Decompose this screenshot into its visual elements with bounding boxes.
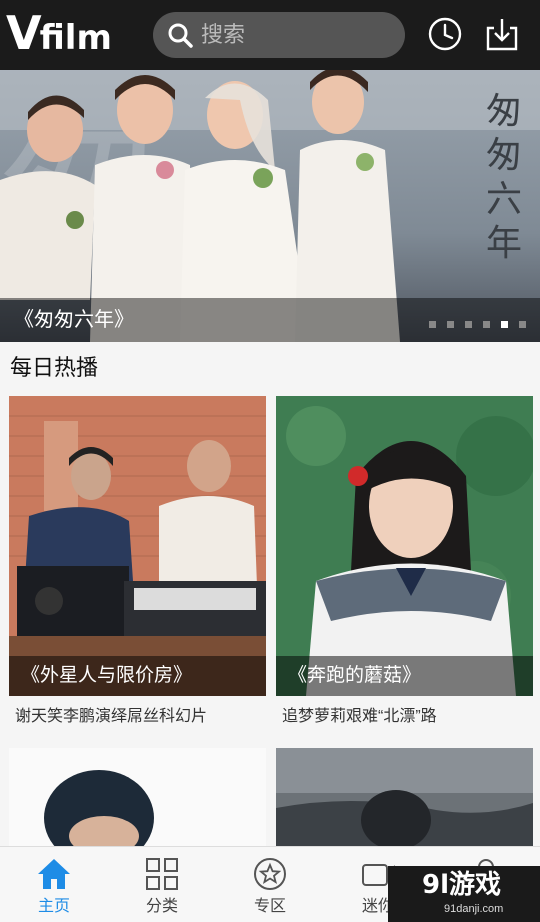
search-bar[interactable]: 搜索 bbox=[153, 12, 405, 58]
thumbnail-image bbox=[9, 748, 266, 848]
top-bar: Vfilm 搜索 bbox=[0, 0, 540, 70]
carousel-dot-active[interactable] bbox=[501, 321, 508, 328]
carousel-dots bbox=[429, 321, 526, 328]
thumbnail-image bbox=[9, 396, 266, 696]
video-card[interactable]: 《外星人与限价房》 谢天笑李鹏演绎屌丝科幻片 bbox=[9, 396, 266, 725]
download-icon[interactable] bbox=[484, 16, 520, 52]
search-icon bbox=[168, 23, 193, 48]
banner-vertical-title: 匆匆六年 bbox=[485, 91, 522, 264]
app-root: Vfilm 搜索 匆匆六年 《匆匆六年》 每日热播 《外星人与限价房》 谢天笑李… bbox=[0, 0, 540, 922]
logo-v: V bbox=[6, 6, 42, 60]
tab-zone[interactable]: 专区 bbox=[216, 847, 324, 922]
watermark-url: 91danji.com bbox=[444, 903, 504, 915]
tab-label: 分类 bbox=[145, 898, 178, 915]
carousel-dot[interactable] bbox=[483, 321, 490, 328]
video-title: 《外星人与限价房》 bbox=[21, 665, 193, 686]
tab-label: 专区 bbox=[253, 898, 286, 915]
video-thumbnail: 《奔跑的蘑菇》 bbox=[276, 396, 533, 696]
site-watermark: 9l游戏 91danji.com bbox=[388, 866, 540, 922]
tab-category[interactable]: 分类 bbox=[108, 847, 216, 922]
video-title: 《奔跑的蘑菇》 bbox=[288, 665, 422, 686]
featured-banner[interactable]: 匆 匆匆六年 《匆匆六年》 bbox=[0, 70, 540, 342]
daily-hot-heading: 每日热播 bbox=[10, 355, 99, 380]
search-placeholder: 搜索 bbox=[201, 22, 246, 47]
carousel-dot[interactable] bbox=[465, 321, 472, 328]
carousel-dot[interactable] bbox=[429, 321, 436, 328]
watermark-text: 9l游戏 bbox=[422, 870, 502, 900]
tab-label: 主页 bbox=[37, 898, 70, 915]
thumbnail-image bbox=[276, 748, 533, 848]
home-icon bbox=[38, 859, 70, 889]
vfilm-logo[interactable]: Vfilm bbox=[6, 10, 112, 61]
thumbnail-image bbox=[276, 396, 533, 696]
clock-icon[interactable] bbox=[427, 16, 463, 52]
star-icon bbox=[254, 858, 286, 890]
video-thumbnail: 《外星人与限价房》 bbox=[9, 396, 266, 696]
video-card-partial[interactable] bbox=[276, 748, 533, 848]
grid-icon bbox=[146, 858, 178, 890]
banner-caption: 《匆匆六年》 bbox=[14, 309, 134, 331]
video-card-partial[interactable] bbox=[9, 748, 266, 848]
tab-home[interactable]: 主页 bbox=[0, 847, 108, 922]
video-card[interactable]: 《奔跑的蘑菇》 追梦萝莉艰难“北漂”路 bbox=[276, 396, 533, 725]
carousel-dot[interactable] bbox=[447, 321, 454, 328]
video-description: 谢天笑李鹏演绎屌丝科幻片 bbox=[15, 708, 208, 725]
logo-text: film bbox=[39, 18, 112, 58]
carousel-dot[interactable] bbox=[519, 321, 526, 328]
video-description: 追梦萝莉艰难“北漂”路 bbox=[282, 708, 437, 725]
